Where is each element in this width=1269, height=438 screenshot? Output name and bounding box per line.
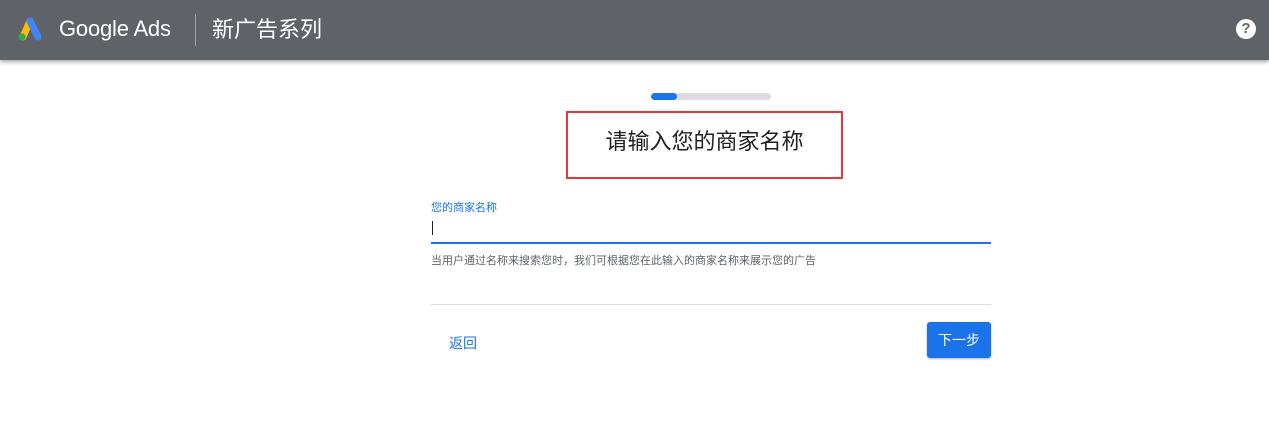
next-button[interactable]: 下一步 — [927, 322, 991, 358]
step-progress-bar — [651, 93, 771, 100]
text-cursor — [432, 221, 433, 235]
top-app-bar: Google Ads 新广告系列 ? — [0, 0, 1269, 60]
page-title: 新广告系列 — [212, 17, 323, 42]
footer-divider — [431, 304, 991, 305]
back-button[interactable]: 返回 — [449, 333, 477, 353]
business-name-hint: 当用户通过名称来搜索您时，我们可根据您在此输入的商家名称来展示您的广告 — [431, 255, 816, 267]
business-name-input[interactable] — [431, 216, 991, 244]
google-ads-logo-icon — [18, 17, 42, 41]
business-name-label: 您的商家名称 — [431, 202, 497, 214]
help-icon[interactable]: ? — [1236, 19, 1256, 39]
page-heading: 请输入您的商家名称 — [605, 129, 804, 154]
brand-name: Google Ads — [59, 16, 171, 41]
header-divider — [195, 14, 196, 46]
step-progress-fill — [651, 93, 678, 100]
